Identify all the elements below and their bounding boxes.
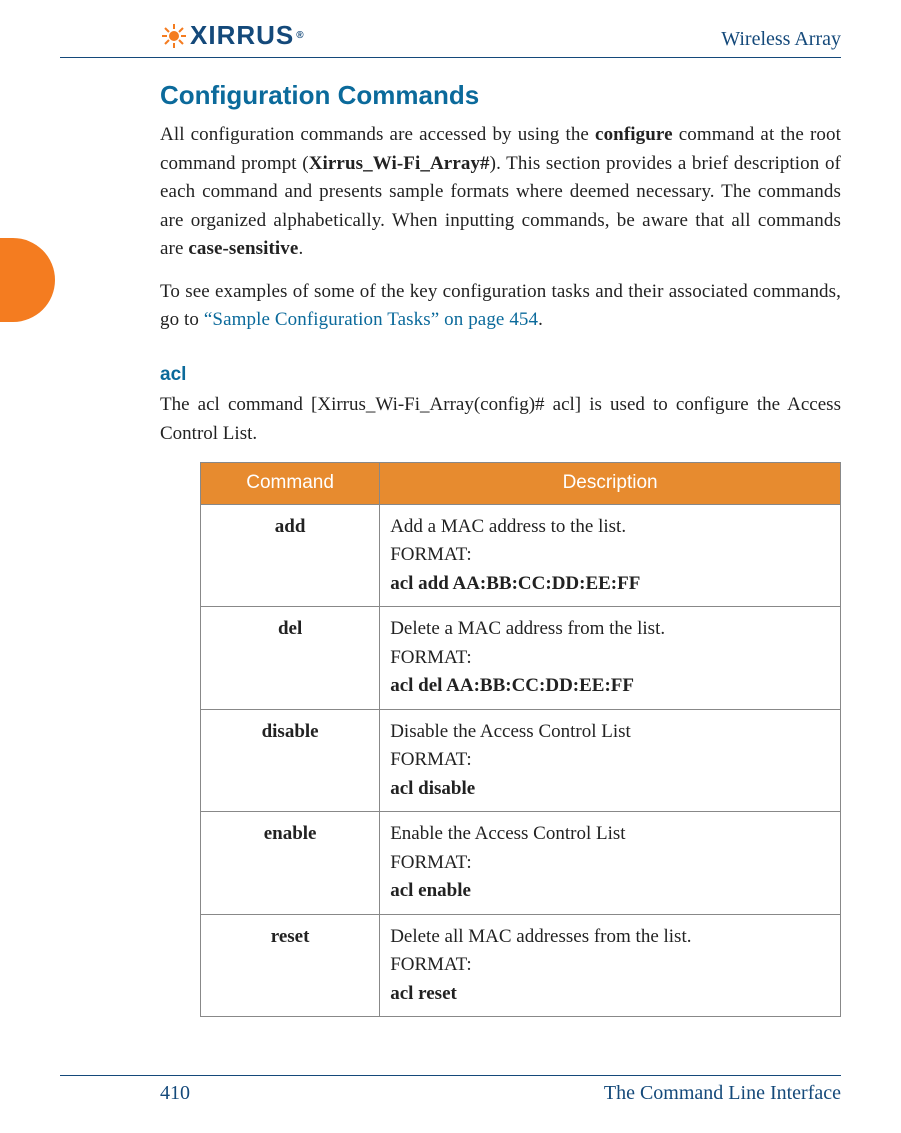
page-header: XIRRUS® Wireless Array <box>60 20 841 58</box>
table-row: enable Enable the Access Control List FO… <box>201 812 841 915</box>
intro-paragraph-2: To see examples of some of the key confi… <box>160 278 841 335</box>
logo-sun-icon <box>160 24 188 48</box>
table-header-command: Command <box>201 463 380 505</box>
desc-cell: Delete a MAC address from the list. FORM… <box>380 607 841 710</box>
brand-logo: XIRRUS® <box>160 20 305 51</box>
cmd-cell: add <box>201 504 380 607</box>
acl-command-table: Command Description add Add a MAC addres… <box>200 462 841 1017</box>
desc-cell: Enable the Access Control List FORMAT: a… <box>380 812 841 915</box>
link-sample-config-tasks[interactable]: “Sample Configuration Tasks” on page 454 <box>204 309 538 330</box>
intro-paragraph-1: All configuration commands are accessed … <box>160 121 841 264</box>
acl-description: The acl command [Xirrus_Wi-Fi_Array(conf… <box>160 391 841 448</box>
footer-section-title: The Command Line Interface <box>604 1082 841 1105</box>
cmd-cell: reset <box>201 914 380 1017</box>
table-header-description: Description <box>380 463 841 505</box>
desc-cell: Add a MAC address to the list. FORMAT: a… <box>380 504 841 607</box>
cmd-cell: del <box>201 607 380 710</box>
desc-cell: Delete all MAC addresses from the list. … <box>380 914 841 1017</box>
logo-text: XIRRUS <box>190 20 294 51</box>
page-footer: 410 The Command Line Interface <box>60 1075 841 1105</box>
logo-registered-icon: ® <box>296 30 304 41</box>
desc-cell: Disable the Access Control List FORMAT: … <box>380 709 841 812</box>
table-row: add Add a MAC address to the list. FORMA… <box>201 504 841 607</box>
table-row: disable Disable the Access Control List … <box>201 709 841 812</box>
subsection-heading-acl: acl <box>160 361 841 390</box>
table-row: reset Delete all MAC addresses from the … <box>201 914 841 1017</box>
section-heading: Configuration Commands <box>160 76 841 115</box>
table-row: del Delete a MAC address from the list. … <box>201 607 841 710</box>
cmd-cell: disable <box>201 709 380 812</box>
page-number: 410 <box>160 1082 190 1105</box>
document-title: Wireless Array <box>721 28 841 51</box>
cmd-cell: enable <box>201 812 380 915</box>
